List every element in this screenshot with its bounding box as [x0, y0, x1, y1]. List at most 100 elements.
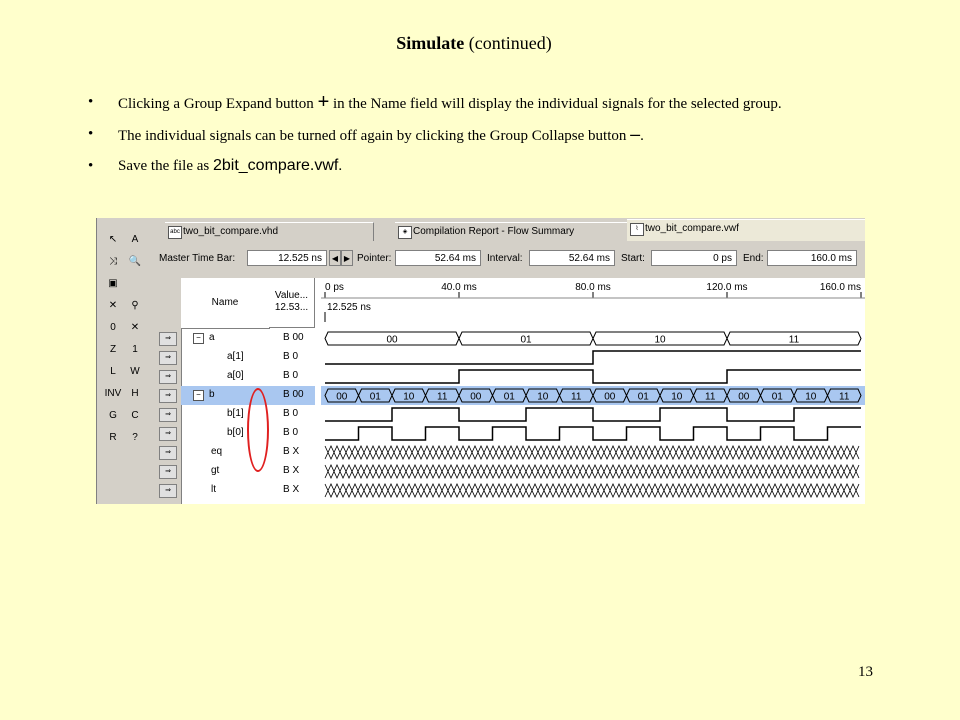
bullet-2-text-end: . — [640, 128, 644, 144]
waveform-file-icon: ⌇ — [630, 223, 644, 236]
bus-value-label: 00 — [604, 392, 616, 403]
tool-button[interactable]: INV — [103, 384, 123, 404]
signal-type-icon: ⇒ — [159, 408, 177, 422]
bullet-list: • Clicking a Group Expand button + in th… — [88, 90, 848, 184]
signal-row[interactable]: ⇒ − b B 00 — [159, 386, 315, 405]
tab-vhd[interactable]: abc two_bit_compare.vhd — [165, 222, 374, 241]
bullet-3: • Save the file as 2bit_compare.vwf. — [88, 154, 848, 178]
waveform-grid: Name Value... 12.53... ⇒ − a B 00 ⇒ a[1] B 0 ⇒ a… — [155, 278, 865, 504]
signal-value: B 0 — [283, 370, 299, 381]
undefined-waveform — [324, 483, 860, 498]
tool-button[interactable]: C — [125, 406, 145, 426]
signal-value: B 00 — [283, 332, 304, 343]
interval-label: Interval: — [487, 253, 523, 264]
signal-name: lt — [211, 484, 216, 495]
signal-value: B 0 — [283, 351, 299, 362]
signal-value: B X — [283, 465, 300, 476]
tool-button[interactable]: ✕ — [125, 318, 145, 338]
signal-type-icon: ⇒ — [159, 446, 177, 460]
signal-type-icon: ⇒ — [159, 389, 177, 403]
name-column-header[interactable]: Name — [181, 278, 270, 329]
bus-value-label: 10 — [537, 392, 549, 403]
tool-button[interactable]: W — [125, 362, 145, 382]
tool-button[interactable]: ⤨ — [103, 252, 123, 272]
tab-label: two_bit_compare.vhd — [183, 226, 279, 237]
tool-button[interactable]: Z — [103, 340, 123, 360]
prev-button[interactable]: ◀ — [329, 250, 341, 266]
plus-symbol: + — [317, 91, 330, 113]
bullet-2-text: The individual signals can be turned off… — [118, 128, 631, 144]
signal-value: B 0 — [283, 427, 299, 438]
waveform-area[interactable]: 0 ps 40.0 ms 80.0 ms 120.0 ms 160.0 ms 12.525… — [321, 278, 865, 504]
tool-button[interactable]: ⚲ — [125, 296, 145, 316]
value-column-header[interactable]: Value... 12.53... — [269, 278, 315, 328]
bus-value-label: 11 — [839, 392, 850, 403]
bullet-3-text-end: . — [338, 158, 343, 174]
bus-value-label: 00 — [470, 392, 482, 403]
group-collapse-button[interactable]: − — [193, 390, 204, 401]
tab-compilation-report[interactable]: ◈ Compilation Report - Flow Summary — [395, 222, 634, 241]
bullet-dot: • — [88, 94, 94, 110]
interval-field[interactable]: 52.64 ms — [529, 250, 615, 266]
signal-row[interactable]: ⇒ gt B X — [159, 462, 315, 481]
tool-button[interactable]: 0 — [103, 318, 123, 338]
tool-button[interactable]: 🔍 — [125, 252, 145, 272]
highlight-ring — [247, 388, 269, 472]
signal-row[interactable]: ⇒ a[0] B 0 — [159, 367, 315, 386]
bullet-1-text: Clicking a Group Expand button — [118, 96, 318, 112]
start-field[interactable]: 0 ps — [651, 250, 737, 266]
minus-symbol: – — [630, 124, 641, 144]
tool-button[interactable]: R — [103, 428, 123, 448]
bus-value-label: 01 — [370, 392, 382, 403]
signal-row[interactable]: ⇒ − a B 00 — [159, 329, 315, 348]
tool-button[interactable]: H — [125, 384, 145, 404]
bullet-dot: • — [88, 126, 94, 142]
bus-value-label: 01 — [638, 392, 650, 403]
bit-waveform — [325, 350, 861, 365]
bus-value-label: 01 — [520, 335, 532, 346]
next-button[interactable]: ▶ — [341, 250, 353, 266]
tab-label: two_bit_compare.vwf — [645, 223, 739, 234]
end-field[interactable]: 160.0 ms — [767, 250, 857, 266]
tool-button[interactable]: L — [103, 362, 123, 382]
end-label: End: — [743, 253, 764, 264]
pointer-field[interactable]: 52.64 ms — [395, 250, 481, 266]
vhd-file-icon: abc — [168, 226, 182, 239]
tool-button[interactable]: 1 — [125, 340, 145, 360]
time-tick-label: 80.0 ms — [575, 282, 611, 293]
bus-value-label: 11 — [437, 392, 448, 403]
master-time-field[interactable]: 12.525 ns — [247, 250, 327, 266]
signal-row[interactable]: ⇒ a[1] B 0 — [159, 348, 315, 367]
time-info-bar: Master Time Bar: 12.525 ns ◀ ▶ Pointer: … — [155, 250, 865, 270]
bullet-1: • Clicking a Group Expand button + in th… — [88, 90, 848, 116]
tool-button[interactable]: ↖ — [103, 230, 123, 250]
tool-button[interactable]: ? — [125, 428, 145, 448]
value-header-line2: 12.53... — [274, 302, 309, 313]
tool-button[interactable]: A — [125, 230, 145, 250]
bus-value-label: 11 — [789, 335, 800, 346]
undefined-waveform — [324, 445, 860, 460]
tool-button[interactable]: ▣ — [103, 274, 123, 294]
signal-row[interactable]: ⇒ lt B X — [159, 481, 315, 500]
tool-button[interactable]: ✕ — [103, 296, 123, 316]
signal-name: gt — [211, 465, 220, 476]
title-bold: Simulate — [396, 33, 465, 53]
tab-label: Compilation Report - Flow Summary — [413, 226, 575, 237]
bus-value-label: 01 — [504, 392, 516, 403]
time-tick-label: 160.0 ms — [820, 282, 861, 293]
signal-type-icon: ⇒ — [159, 484, 177, 498]
bus-value-label: 10 — [805, 392, 817, 403]
time-tick-label: 120.0 ms — [706, 282, 747, 293]
bullet-2: • The individual signals can be turned o… — [88, 122, 848, 148]
master-time-label: Master Time Bar: — [159, 253, 236, 264]
bus-value-label: 11 — [571, 392, 582, 403]
tool-button[interactable]: G — [103, 406, 123, 426]
signal-type-icon: ⇒ — [159, 370, 177, 384]
bus-value-label: 10 — [654, 335, 666, 346]
bus-value-label: 10 — [671, 392, 683, 403]
bit-waveform — [325, 426, 861, 441]
pointer-label: Pointer: — [357, 253, 392, 264]
group-collapse-button[interactable]: − — [193, 333, 204, 344]
tab-vwf[interactable]: ⌇ two_bit_compare.vwf — [627, 219, 865, 241]
bit-waveform — [325, 407, 861, 422]
